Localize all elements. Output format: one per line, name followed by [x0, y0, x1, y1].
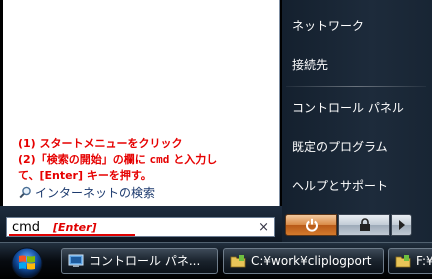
annotation-cmd: cmd [149, 153, 170, 166]
annotation-step-2: (2)「検索の開始」の欄に cmd と入力し [18, 153, 217, 167]
menu-item-help-support[interactable]: ヘルプとサポート [292, 178, 388, 194]
start-orb-button[interactable] [6, 246, 48, 278]
folder-icon [395, 255, 411, 268]
taskbar-item-work-folder[interactable]: C:¥work¥cliplogport [223, 248, 384, 274]
taskbar-item-control-panel[interactable]: コントロール パネ... [61, 248, 218, 274]
taskbar-item-label: C:¥work¥cliplogport [251, 254, 372, 268]
lock-icon [360, 218, 370, 231]
menu-item-network[interactable]: ネットワーク [292, 18, 364, 34]
start-menu-programs-pane: (1) スタートメニューをクリック (2)「検索の開始」の欄に cmd と入力し… [3, 0, 280, 207]
annotation-step-1: (1) スタートメニューをクリック [18, 137, 183, 150]
annotation-step-3: て、[Enter] キーを押す。 [18, 169, 152, 182]
annotation-underline [9, 234, 135, 236]
taskbar-item-label: コントロール パネ... [89, 254, 201, 268]
taskbar-item-label: F:¥ [416, 254, 432, 268]
annotation-step-2-prefix: (2)「検索の開始」の欄に [18, 153, 150, 166]
clear-search-icon[interactable]: × [258, 219, 269, 236]
control-panel-icon [68, 254, 84, 267]
start-search-input[interactable]: cmd [Enter] × [6, 217, 275, 237]
magnifier-icon [19, 186, 32, 199]
chevron-right-icon [399, 220, 405, 230]
internet-search-label: インターネットの検索 [35, 185, 156, 200]
taskbar-item-f-drive[interactable]: F:¥ [388, 248, 432, 274]
start-menu-right-pane: ネットワーク 接続先 コントロール パネル 既定のプログラム ヘルプとサポート [282, 0, 432, 242]
menu-item-connect-to[interactable]: 接続先 [292, 57, 328, 73]
folder-icon [230, 255, 246, 268]
lock-button[interactable] [338, 214, 390, 236]
annotation-step-2-suffix: と入力し [169, 153, 218, 166]
power-icon [306, 218, 318, 232]
search-row: cmd [Enter] × [0, 206, 282, 242]
menu-item-default-programs[interactable]: 既定のプログラム [292, 139, 388, 155]
menu-item-control-panel[interactable]: コントロール パネル [292, 100, 404, 116]
power-button[interactable] [285, 214, 337, 236]
menu-separator [286, 86, 426, 87]
shutdown-options-button[interactable] [391, 214, 412, 236]
internet-search-link[interactable]: インターネットの検索 [19, 184, 155, 200]
